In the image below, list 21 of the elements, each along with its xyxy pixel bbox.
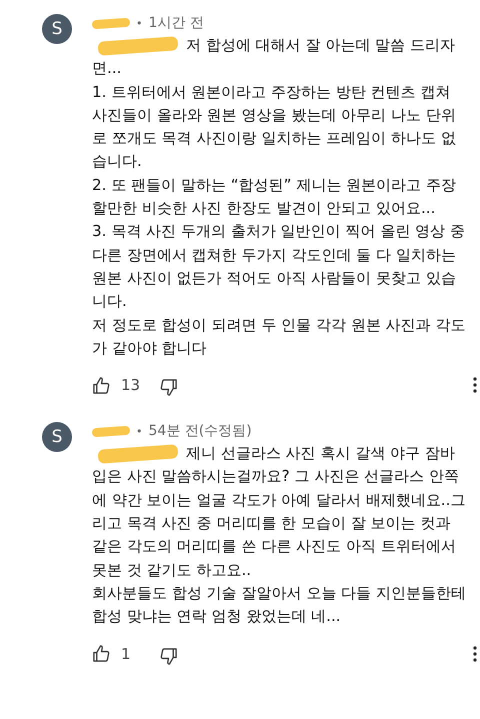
thumbs-up-icon[interactable] (92, 376, 111, 395)
comment-time: 54분 전(수정됨) (148, 422, 252, 440)
thumbs-up-icon[interactable] (92, 644, 111, 664)
separator-dot: • (136, 16, 142, 30)
comment-text: 저 정도로 합성이 되려면 두 인물 각각 원본 사진과 각도가 같아야 합니다 (92, 314, 466, 359)
comment-text: 2. 또 팬들이 말하는 “합성된” 제니는 원본이라고 주장할만한 비슷한 사진 한장도 발견이 안되고 있어요... (92, 174, 458, 220)
thumbs-down-icon[interactable] (159, 646, 178, 666)
comment-text: 3. 목격 사진 두개의 출처가 일반인이 찍어 올린 영상 중 다른 장면에서 캡쳐한 두가지 각도인데 둘 다 일치하는 원본 사진이 없든가 적어도 아직 사람들이 못찾고 있습니다. (92, 221, 466, 312)
more-icon[interactable] (473, 646, 477, 662)
like-count: 13 (121, 376, 142, 394)
like-count: 1 (121, 644, 132, 663)
more-icon[interactable] (473, 377, 477, 394)
comment-text: 제니 선글라스 사진 혹시 갈색 야구 잠바 입은 사진 말씀하시는걸까요? 그 사진은 선글라스 안쪽에 약간 보이는 얼굴 각도가 아예 달라서 배제했네요..그리고 목격 사진 중 머리띠를 한 모습이 잘 보이는 컷과 같은 각도의 머리띠를 쓴 다른 사진도 아직 트위터에서 못본 것 같기도 하고요.. (92, 443, 466, 581)
comment-text: 저 합성에 대해서 잘 아는데 말씀 드리자면... (92, 35, 456, 80)
avatar[interactable]: S (42, 14, 72, 44)
thumbs-down-icon[interactable] (159, 378, 178, 398)
comment-time: 1시간 전 (148, 14, 204, 32)
separator-dot: • (136, 424, 142, 438)
comment-text: 1. 트위터에서 원본이라고 주장하는 방탄 컨텐츠 캡쳐 사진들이 올라와 원본 영상을 봤는데 아무리 나노 단위로 쪼개도 목격 사진이랑 일치하는 프레임이 하나도 없습니다. (92, 82, 457, 172)
avatar[interactable]: S (42, 422, 72, 452)
comment-text: 회사분들도 합성 기술 잘알아서 오늘 다들 지인분들한테 합성 맞냐는 연락 엄청 왔었는데 네... (92, 582, 467, 628)
